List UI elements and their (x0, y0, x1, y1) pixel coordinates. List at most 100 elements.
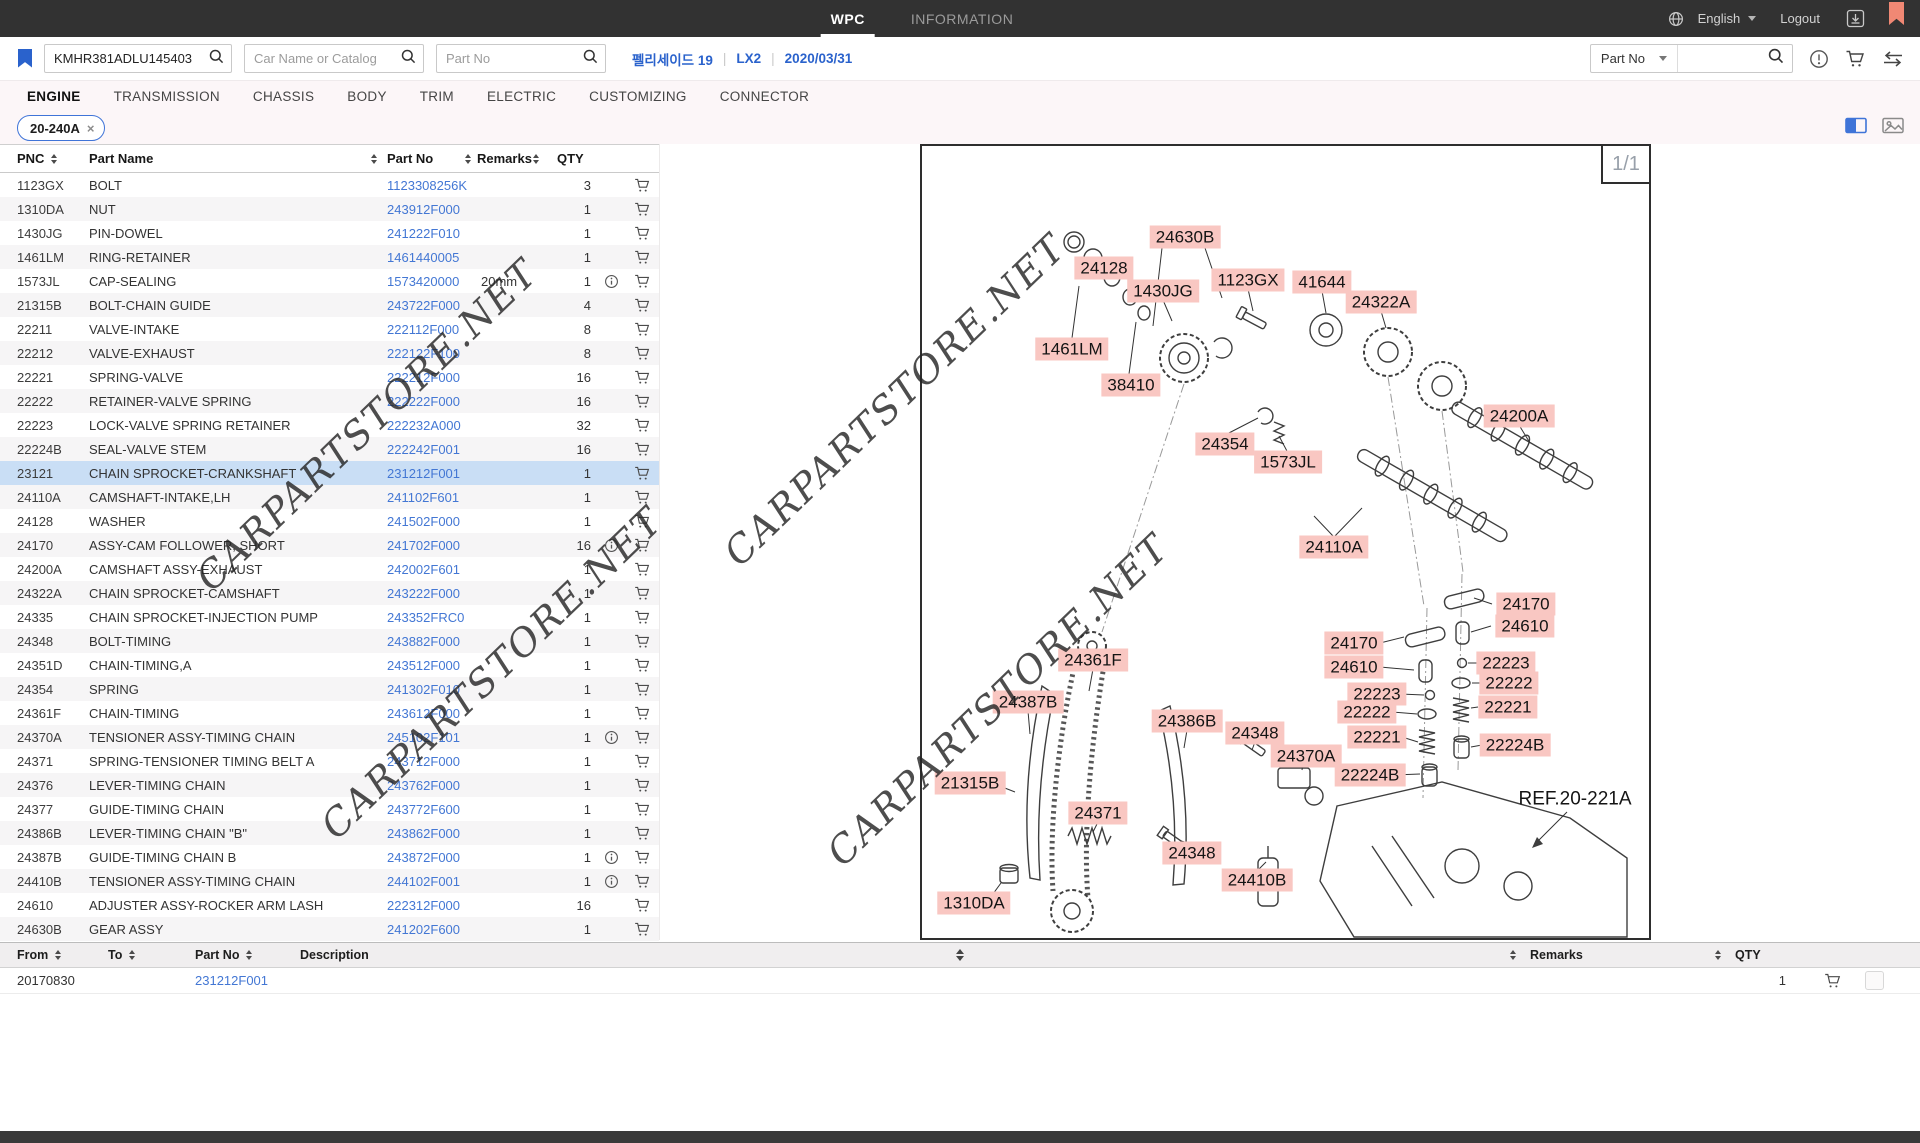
compare-arrows-icon[interactable] (1882, 51, 1904, 67)
part-no-link[interactable]: 243512F000 (387, 658, 481, 673)
add-to-cart-button[interactable] (625, 754, 659, 769)
table-row[interactable]: 22223LOCK-VALVE SPRING RETAINER222232A00… (0, 413, 659, 437)
nav-tab-transmission[interactable]: TRANSMISSION (114, 80, 220, 112)
part-no-link[interactable]: 222232A000 (387, 418, 481, 433)
add-to-cart-button[interactable] (625, 634, 659, 649)
add-to-cart-button[interactable] (625, 874, 659, 889)
add-to-cart-button[interactable] (625, 778, 659, 793)
table-row[interactable]: 24370ATENSIONER ASSY-TIMING CHAIN245102F… (0, 725, 659, 749)
diagram-part-label[interactable]: 24128 (1074, 257, 1133, 280)
table-row[interactable]: 24354SPRING241302F0101 (0, 677, 659, 701)
part-no-link[interactable]: 1123308256K (387, 178, 481, 193)
diagram-part-label[interactable]: 22222 (1337, 701, 1396, 724)
quick-search-input[interactable] (1678, 51, 1768, 66)
table-row[interactable]: 24410BTENSIONER ASSY-TIMING CHAIN244102F… (0, 869, 659, 893)
search-icon[interactable] (209, 49, 224, 69)
table-row[interactable]: 1123GXBOLT1123308256K3 (0, 173, 659, 197)
col-remarks[interactable]: Remarks (1530, 948, 1735, 962)
part-no-link[interactable]: 241102F601 (387, 490, 481, 505)
part-no-link[interactable]: 222112F000 (387, 322, 481, 337)
add-to-cart-button[interactable] (625, 922, 659, 937)
search-icon[interactable] (583, 49, 598, 69)
col-part-no[interactable]: Part No (195, 948, 300, 962)
diagram-part-label[interactable]: 41644 (1292, 271, 1351, 294)
sort-icon[interactable] (533, 154, 539, 164)
table-row[interactable]: 24361FCHAIN-TIMING243612F0001 (0, 701, 659, 725)
part-no-input[interactable] (437, 51, 605, 66)
table-row[interactable]: 21315BBOLT-CHAIN GUIDE243722F0004 (0, 293, 659, 317)
part-no-link[interactable]: 222222F000 (387, 394, 481, 409)
sort-icon[interactable] (1510, 950, 1516, 960)
part-no-link[interactable]: 222212F000 (387, 370, 481, 385)
part-no-link[interactable]: 231212F001 (195, 973, 300, 988)
add-to-cart-button[interactable] (625, 274, 659, 289)
diagram-part-label[interactable]: 24361F (1058, 649, 1128, 672)
add-to-cart-button[interactable] (625, 370, 659, 385)
panel-resize-handle[interactable] (956, 949, 964, 961)
table-row[interactable]: 1461LMRING-RETAINER14614400051 (0, 245, 659, 269)
add-to-cart-button[interactable] (625, 730, 659, 745)
add-to-cart-button[interactable] (625, 178, 659, 193)
diagram-part-label[interactable]: 38410 (1101, 374, 1160, 397)
add-to-cart-button[interactable] (625, 682, 659, 697)
nav-tab-engine[interactable]: ENGINE (27, 77, 81, 115)
diagram-part-label[interactable]: 1310DA (937, 892, 1010, 915)
part-no-link[interactable]: 222122F100 (387, 346, 481, 361)
table-row[interactable]: 24128WASHER241502F0001 (0, 509, 659, 533)
diagram-part-label[interactable]: 1430JG (1127, 280, 1199, 303)
sort-icon[interactable] (55, 950, 61, 960)
table-row[interactable]: 22212VALVE-EXHAUST222122F1008 (0, 341, 659, 365)
diagram-part-label[interactable]: 24610 (1495, 615, 1554, 638)
diagram-part-label[interactable]: 22224B (1480, 734, 1551, 757)
part-no-link[interactable]: 243872F000 (387, 850, 481, 865)
col-part-no[interactable]: Part No (387, 151, 481, 166)
info-icon[interactable] (597, 538, 625, 553)
col-remarks[interactable]: Remarks (477, 151, 557, 166)
diagram-part-label[interactable]: 24110A (1299, 536, 1368, 559)
info-icon[interactable] (597, 874, 625, 889)
row-checkbox[interactable] (1865, 971, 1884, 990)
add-to-cart-button[interactable] (625, 658, 659, 673)
part-no-link[interactable]: 241502F000 (387, 514, 481, 529)
info-icon[interactable] (597, 730, 625, 745)
add-to-cart-button[interactable] (625, 802, 659, 817)
tab-information[interactable]: INFORMATION (911, 0, 1013, 37)
table-row[interactable]: 24610ADJUSTER ASSY-ROCKER ARM LASH222312… (0, 893, 659, 917)
add-to-cart-button[interactable] (625, 610, 659, 625)
part-no-link[interactable]: 243762F000 (387, 778, 481, 793)
part-no-link[interactable]: 243352FRC0 (387, 610, 481, 625)
part-no-link[interactable]: 243772F600 (387, 802, 481, 817)
diagram-part-label[interactable]: 24348 (1225, 722, 1284, 745)
diagram-part-label[interactable]: 24170 (1324, 632, 1383, 655)
part-no-link[interactable]: 243882F000 (387, 634, 481, 649)
add-to-cart-button[interactable] (625, 250, 659, 265)
col-part-name[interactable]: Part Name (89, 151, 387, 166)
table-row[interactable]: 22224BSEAL-VALVE STEM222242F00116 (0, 437, 659, 461)
search-icon[interactable] (1768, 48, 1784, 69)
image-view-icon[interactable] (1882, 117, 1904, 134)
diagram-part-label[interactable]: 24386B (1152, 710, 1223, 733)
diagram-part-label[interactable]: 1461LM (1035, 338, 1108, 361)
col-pnc[interactable]: PNC (17, 151, 89, 166)
diagram-part-label[interactable]: 24630B (1150, 226, 1221, 249)
part-no-link[interactable]: 243722F000 (387, 298, 481, 313)
diagram-part-label[interactable]: 1573JL (1254, 451, 1322, 474)
part-no-link[interactable]: 242002F601 (387, 562, 481, 577)
nav-tab-electric[interactable]: ELECTRIC (487, 80, 556, 112)
table-row[interactable]: 24386BLEVER-TIMING CHAIN "B"243862F0001 (0, 821, 659, 845)
table-row[interactable]: 24387BGUIDE-TIMING CHAIN B243872F0001 (0, 845, 659, 869)
table-row[interactable]: 24351DCHAIN-TIMING,A243512F0001 (0, 653, 659, 677)
table-row[interactable]: 24348BOLT-TIMING243882F0001 (0, 629, 659, 653)
diagram-part-label[interactable]: 22222 (1479, 672, 1538, 695)
col-to[interactable]: To (108, 948, 195, 962)
info-icon[interactable] (597, 274, 625, 289)
car-name-input[interactable] (245, 51, 423, 66)
col-from[interactable]: From (17, 948, 108, 962)
add-to-cart-button[interactable] (625, 826, 659, 841)
diagram-part-label[interactable]: 22221 (1478, 696, 1537, 719)
diagram-part-label[interactable]: 1123GX (1211, 269, 1284, 292)
table-row[interactable]: 24376LEVER-TIMING CHAIN243762F0001 (0, 773, 659, 797)
part-no-link[interactable]: 241222F010 (387, 226, 481, 241)
table-row[interactable]: 1573JLCAP-SEALING157342000020mm1 (0, 269, 659, 293)
add-to-cart-button[interactable] (625, 346, 659, 361)
